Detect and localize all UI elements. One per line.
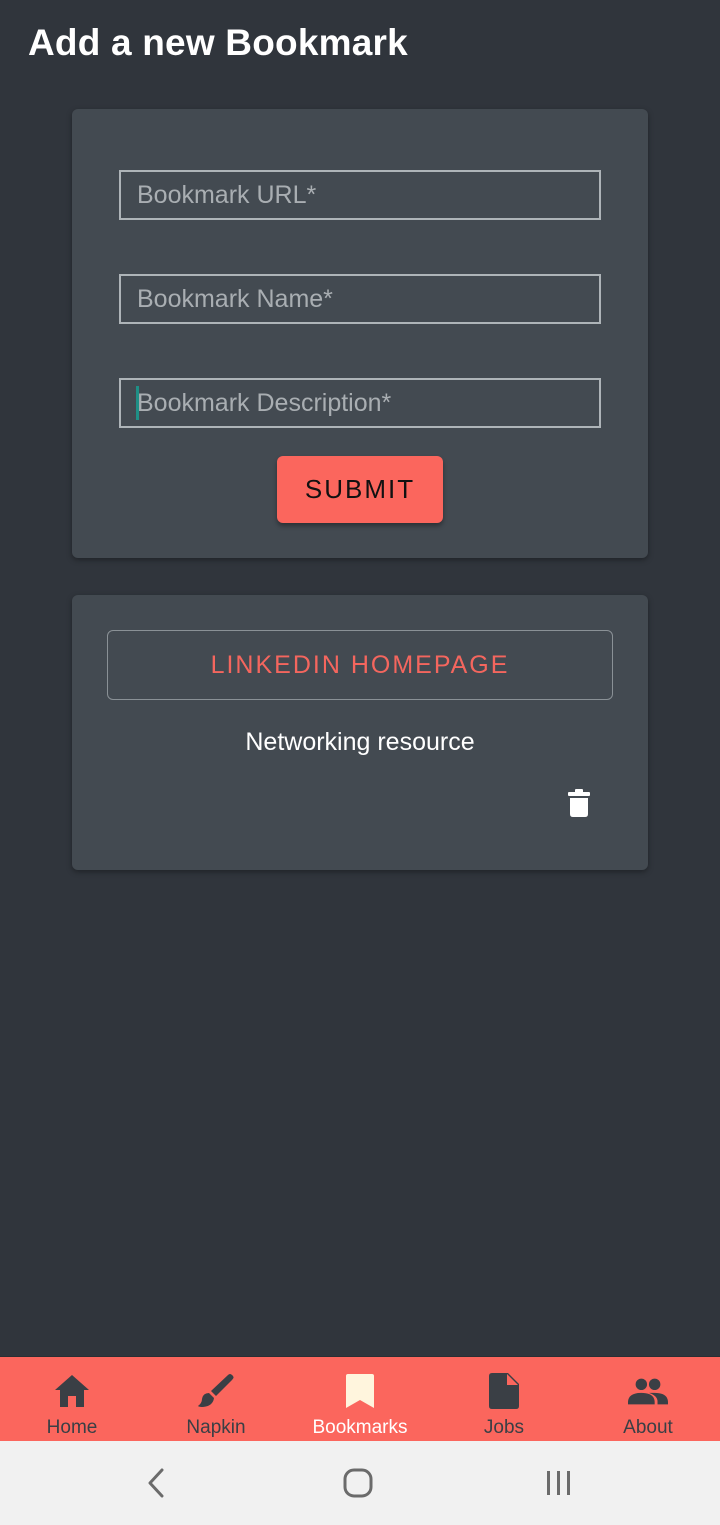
home-icon <box>52 1371 92 1411</box>
bookmark-name-input[interactable] <box>119 274 601 324</box>
nav-label-bookmarks: Bookmarks <box>312 1417 408 1438</box>
bookmark-description-input[interactable] <box>119 378 601 428</box>
add-bookmark-form: SUBMIT <box>72 109 648 558</box>
bookmark-icon <box>340 1371 380 1411</box>
document-icon <box>484 1371 524 1411</box>
bottom-navigation: Home Napkin Bookmarks Jobs About <box>0 1356 720 1442</box>
bookmark-card: LINKEDIN HOMEPAGE Networking resource <box>72 595 648 870</box>
submit-button[interactable]: SUBMIT <box>277 456 443 523</box>
home-circle-icon[interactable] <box>336 1461 380 1505</box>
people-icon <box>628 1371 668 1411</box>
recents-icon[interactable] <box>537 1461 581 1505</box>
nav-item-jobs[interactable]: Jobs <box>432 1357 576 1442</box>
system-navigation-bar <box>0 1441 720 1525</box>
nav-item-napkin[interactable]: Napkin <box>144 1357 288 1442</box>
nav-item-about[interactable]: About <box>576 1357 720 1442</box>
back-icon[interactable] <box>134 1461 178 1505</box>
trash-icon <box>568 789 590 817</box>
nav-item-home[interactable]: Home <box>0 1357 144 1442</box>
brush-icon <box>196 1371 236 1411</box>
nav-item-bookmarks[interactable]: Bookmarks <box>288 1357 432 1442</box>
delete-bookmark-button[interactable] <box>561 785 597 821</box>
text-caret <box>136 386 139 420</box>
bookmark-link-button[interactable]: LINKEDIN HOMEPAGE <box>107 630 613 700</box>
nav-label-jobs: Jobs <box>483 1417 525 1438</box>
page-title: Add a new Bookmark <box>28 22 408 63</box>
bookmark-description: Networking resource <box>245 728 475 756</box>
nav-label-napkin: Napkin <box>186 1417 246 1438</box>
nav-label-home: Home <box>46 1417 98 1438</box>
nav-label-about: About <box>623 1417 673 1438</box>
bookmark-url-input[interactable] <box>119 170 601 220</box>
